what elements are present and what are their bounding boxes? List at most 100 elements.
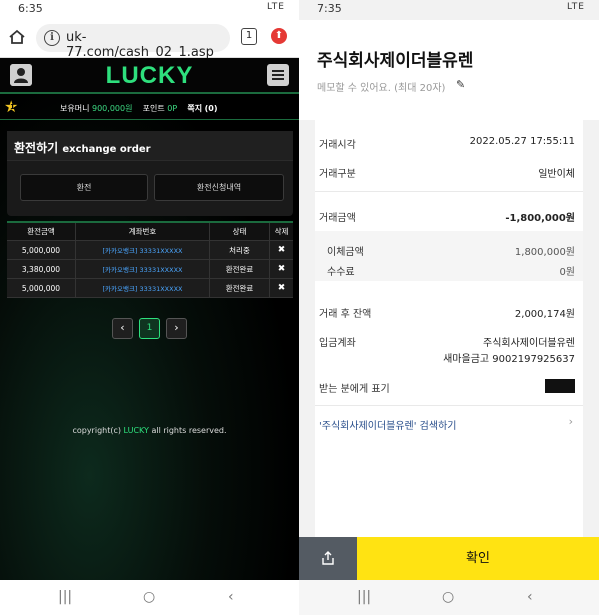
browser-menu-icon[interactable]: ⬆	[271, 28, 287, 44]
balance-value: 900,000원	[92, 104, 133, 113]
left-phone-screen: 6:35 LTE i uk-77.com/cash_02_1.asp 1 ⬆ L…	[0, 0, 299, 615]
chevron-right-icon[interactable]: ›	[569, 415, 573, 428]
points-label: 포인트	[142, 104, 165, 113]
transaction-details: 거래시각 2022.05.27 17:55:11 거래구분 일반이체 거래금액 …	[315, 119, 583, 537]
back-icon[interactable]: ‹	[527, 589, 533, 605]
type-label: 거래구분	[319, 169, 356, 180]
redacted-value	[545, 379, 575, 393]
copyright-suffix: all rights reserved.	[151, 426, 227, 435]
transaction-header: 주식회사제이더블유렌 메모할 수 있어요. (최대 20자) ✎	[299, 20, 599, 120]
delete-icon[interactable]: ✖	[270, 279, 293, 297]
balance-label: 보유머니	[60, 104, 90, 113]
row-amount: 5,000,000	[7, 279, 76, 297]
share-button[interactable]	[299, 537, 357, 580]
exchange-history-button[interactable]: 환전신청내역	[154, 174, 284, 201]
transfer-value: 1,800,000원	[514, 247, 575, 258]
datetime-label: 거래시각	[319, 140, 356, 151]
divider	[315, 405, 583, 406]
panel-title-en: exchange order	[62, 144, 151, 155]
page-title: 주식회사제이더블유렌	[317, 51, 474, 71]
exchange-button[interactable]: 환전	[20, 174, 148, 201]
table-row: 5,000,000 [카카오뱅크] 33331XXXXX 처리중 ✖	[7, 241, 293, 260]
balance-label: 거래 후 잔액	[319, 309, 372, 320]
android-nav-bar: ||| ○ ‹	[299, 580, 599, 615]
row-status: 환전완료	[210, 260, 270, 278]
pencil-icon[interactable]: ✎	[456, 78, 465, 91]
tab-count-button[interactable]: 1	[241, 28, 257, 45]
web-page: LUCKY ★ 1 보유머니 900,000원 포인트 0P 쪽지 (0) 환전…	[0, 58, 299, 580]
search-recipient-link[interactable]: '주식회사제이더블유렌' 검색하기	[319, 417, 456, 432]
row-amount: 5,000,000	[7, 241, 76, 259]
amount-label: 거래금액	[319, 213, 356, 224]
status-time: 7:35	[317, 2, 342, 15]
row-account: [카카오뱅크] 33331XXXXX	[76, 241, 210, 259]
status-time: 6:35	[18, 2, 43, 15]
exchange-panel: 환전하기 exchange order 환전 환전신청내역	[7, 131, 293, 216]
memo-input[interactable]: 메모할 수 있어요. (최대 20자)	[317, 79, 445, 94]
url-text: uk-77.com/cash_02_1.asp	[66, 30, 214, 60]
status-bar: 6:35 LTE	[0, 0, 299, 18]
address-bar[interactable]: i uk-77.com/cash_02_1.asp	[36, 24, 230, 60]
home-icon[interactable]	[8, 28, 26, 46]
copyright: copyright(c) LUCKY all rights reserved.	[0, 426, 299, 435]
level-badge: 1	[10, 103, 15, 111]
panel-title-ko: 환전하기	[14, 141, 59, 155]
table-header: 환전금액 계좌번호 상태 삭제	[7, 223, 293, 241]
home-nav-icon[interactable]: ○	[442, 589, 454, 605]
recent-apps-icon[interactable]: |||	[357, 589, 371, 605]
col-delete: 삭제	[274, 227, 289, 236]
browser-toolbar: i uk-77.com/cash_02_1.asp 1 ⬆	[0, 18, 299, 60]
messages-label[interactable]: 쪽지	[187, 104, 202, 113]
panel-title: 환전하기 exchange order	[7, 131, 293, 161]
recipient-label: 받는 분에게 표기	[319, 384, 390, 395]
copyright-brand: LUCKY	[123, 426, 149, 435]
col-amount: 환전금액	[7, 223, 76, 240]
divider	[315, 191, 583, 192]
home-nav-icon[interactable]: ○	[143, 589, 155, 605]
prev-page-button[interactable]: ‹	[112, 318, 133, 339]
android-nav-bar: ||| ○ ‹	[0, 580, 299, 615]
messages-value[interactable]: (0)	[205, 104, 218, 113]
type-value: 일반이체	[538, 169, 575, 180]
status-icons: LTE	[567, 2, 585, 12]
confirm-button[interactable]: 확인	[357, 537, 599, 580]
site-logo[interactable]: LUCKY	[0, 62, 299, 90]
transfer-label: 이체금액	[327, 247, 364, 258]
share-icon	[322, 551, 334, 565]
copyright-prefix: copyright(c)	[72, 426, 121, 435]
exchange-table: 환전금액 계좌번호 상태 삭제 5,000,000 [카카오뱅크] 33331X…	[7, 221, 293, 298]
col-status: 상태	[210, 223, 270, 240]
amount-breakdown: 이체금액 1,800,000원 수수료 0원	[315, 231, 583, 281]
info-icon[interactable]: i	[44, 30, 60, 46]
row-account: [카카오뱅크] 33331XXXXX	[76, 260, 210, 278]
status-icons: LTE	[267, 2, 285, 12]
points-value: 0P	[167, 104, 178, 113]
row-account: [카카오뱅크] 33331XXXXX	[76, 279, 210, 297]
amount-value: -1,800,000원	[505, 213, 575, 224]
next-page-button[interactable]: ›	[166, 318, 187, 339]
status-bar: 7:35 LTE	[299, 0, 599, 20]
fee-value: 0원	[559, 267, 575, 278]
page-1-button[interactable]: 1	[139, 318, 160, 339]
row-status: 환전완료	[210, 279, 270, 297]
balance-value: 2,000,174원	[514, 309, 575, 320]
user-info-bar: ★ 1 보유머니 900,000원 포인트 0P 쪽지 (0)	[0, 96, 299, 120]
back-icon[interactable]: ‹	[228, 589, 234, 605]
table-row: 3,380,000 [카카오뱅크] 33331XXXXX 환전완료 ✖	[7, 260, 293, 279]
delete-icon[interactable]: ✖	[270, 241, 293, 259]
row-status: 처리중	[210, 241, 270, 259]
screenshot-root: 6:35 LTE i uk-77.com/cash_02_1.asp 1 ⬆ L…	[0, 0, 599, 615]
table-row: 5,000,000 [카카오뱅크] 33331XXXXX 환전완료 ✖	[7, 279, 293, 298]
right-phone-screen: 7:35 LTE 주식회사제이더블유렌 메모할 수 있어요. (최대 20자) …	[299, 0, 599, 615]
account-bank: 새마을금고 9002197925637	[443, 354, 575, 365]
site-header: LUCKY	[0, 58, 299, 94]
account-label: 입금계좌	[319, 338, 356, 349]
row-amount: 3,380,000	[7, 260, 76, 278]
fee-label: 수수료	[327, 267, 355, 278]
recent-apps-icon[interactable]: |||	[58, 589, 72, 605]
delete-icon[interactable]: ✖	[270, 260, 293, 278]
datetime-value: 2022.05.27 17:55:11	[469, 136, 575, 147]
user-stats: 보유머니 900,000원 포인트 0P 쪽지 (0)	[60, 103, 218, 114]
menu-icon[interactable]	[267, 64, 289, 86]
col-account: 계좌번호	[76, 223, 210, 240]
